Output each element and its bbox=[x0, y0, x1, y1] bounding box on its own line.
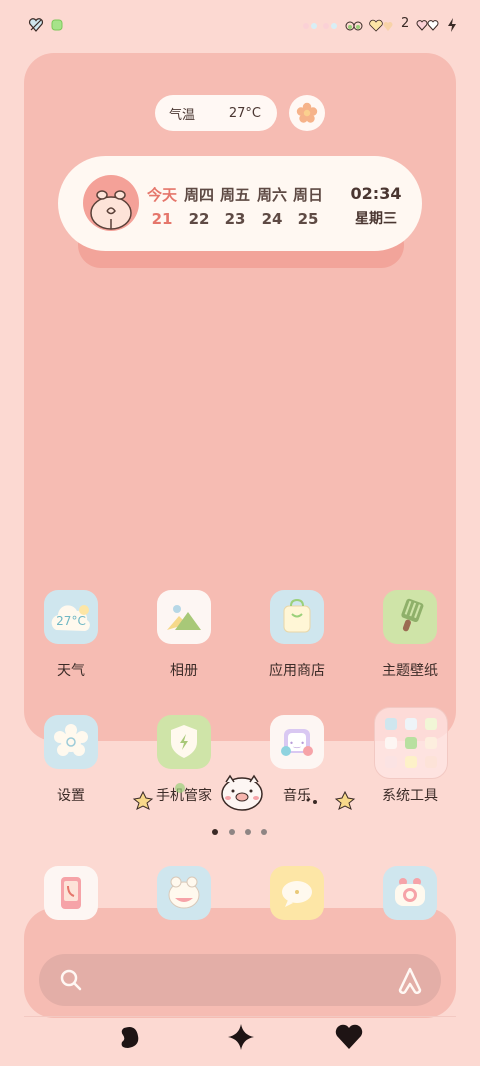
recents-heart-icon[interactable] bbox=[334, 1022, 364, 1052]
weather-app-icon[interactable]: 27°C bbox=[44, 590, 98, 644]
page-dot[interactable] bbox=[229, 829, 235, 835]
clock-weekday: 星期三 bbox=[355, 211, 397, 227]
app-label-settings[interactable]: 设置 bbox=[16, 785, 126, 805]
flower-icon bbox=[296, 102, 318, 123]
dock-contacts-icon[interactable] bbox=[157, 866, 211, 920]
app-label-store[interactable]: 应用商店 bbox=[242, 660, 352, 680]
notification-count: 2 bbox=[401, 16, 410, 31]
charging-bolt-icon bbox=[448, 18, 456, 32]
green-dot-icon bbox=[51, 19, 63, 31]
bows-icon bbox=[303, 19, 393, 32]
weather-value: 27°C bbox=[228, 105, 261, 121]
shopping-bag-icon bbox=[283, 598, 311, 633]
dock-phone-icon[interactable] bbox=[44, 866, 98, 920]
gallery-app-icon[interactable] bbox=[157, 590, 211, 644]
store-app-icon[interactable] bbox=[270, 590, 324, 644]
app-label-system-tools[interactable]: 系统工具 bbox=[355, 785, 465, 805]
cloud-weather-icon: 27°C bbox=[51, 605, 90, 631]
heart-crossed-icon bbox=[28, 18, 44, 32]
home-sparkle-icon[interactable] bbox=[226, 1022, 256, 1052]
search-icon bbox=[60, 969, 82, 991]
app-label-gallery[interactable]: 相册 bbox=[129, 660, 239, 680]
cal-day: 周六 bbox=[256, 186, 287, 204]
theme-app-icon[interactable] bbox=[383, 590, 437, 644]
cal-day: 周日 bbox=[292, 186, 323, 204]
manager-app-icon[interactable] bbox=[157, 715, 211, 769]
clock-time: 02:34 bbox=[350, 184, 402, 203]
frog-chat-icon bbox=[168, 876, 200, 909]
camera-icon bbox=[395, 878, 425, 906]
cal-day: 周五 bbox=[219, 186, 250, 204]
hearts-icon bbox=[416, 20, 439, 31]
page-dot[interactable] bbox=[245, 829, 251, 835]
search-bar[interactable] bbox=[39, 954, 441, 1006]
weather-pill[interactable]: 气温 27°C bbox=[155, 95, 277, 131]
cal-date: 23 bbox=[224, 210, 246, 228]
app-label-theme[interactable]: 主题壁纸 bbox=[355, 660, 465, 680]
pig-avatar bbox=[83, 175, 139, 231]
music-app-icon[interactable]: •‿• bbox=[270, 715, 324, 769]
gear-flower-icon bbox=[54, 724, 88, 756]
cal-day-today: 今天 bbox=[146, 186, 177, 204]
cal-date-today: 21 bbox=[151, 210, 173, 228]
dock-camera-icon[interactable] bbox=[383, 866, 437, 920]
cal-date: 25 bbox=[297, 210, 319, 228]
pig-decoration bbox=[132, 774, 356, 811]
shield-bolt-icon bbox=[171, 725, 197, 758]
weather-label: 气温 bbox=[169, 107, 196, 123]
page-dot-active[interactable] bbox=[212, 829, 218, 835]
paint-brush-icon bbox=[401, 598, 424, 632]
app-label-weather[interactable]: 天气 bbox=[16, 660, 126, 680]
phone-icon bbox=[61, 877, 81, 909]
flower-button[interactable] bbox=[289, 95, 325, 131]
pig-back-icon bbox=[90, 190, 132, 230]
dock-messages-icon[interactable] bbox=[270, 866, 324, 920]
cal-day: 周四 bbox=[183, 186, 214, 204]
cal-date: 24 bbox=[261, 210, 283, 228]
system-tools-folder[interactable] bbox=[374, 707, 448, 779]
folder-grid-icon bbox=[385, 718, 437, 768]
cal-date: 22 bbox=[188, 210, 210, 228]
message-bubble-icon bbox=[282, 881, 312, 907]
nav-divider bbox=[24, 1016, 456, 1017]
svg-text:•‿•: •‿• bbox=[289, 739, 305, 748]
headphones-icon: •‿• bbox=[281, 729, 313, 756]
back-blob-icon[interactable] bbox=[116, 1022, 146, 1052]
photo-mountain-icon bbox=[167, 605, 201, 630]
status-bar: 2 bbox=[0, 0, 480, 50]
weather-icon-text: 27°C bbox=[56, 614, 86, 628]
settings-app-icon[interactable] bbox=[44, 715, 98, 769]
app-logo-icon bbox=[398, 967, 422, 994]
page-dot[interactable] bbox=[261, 829, 267, 835]
